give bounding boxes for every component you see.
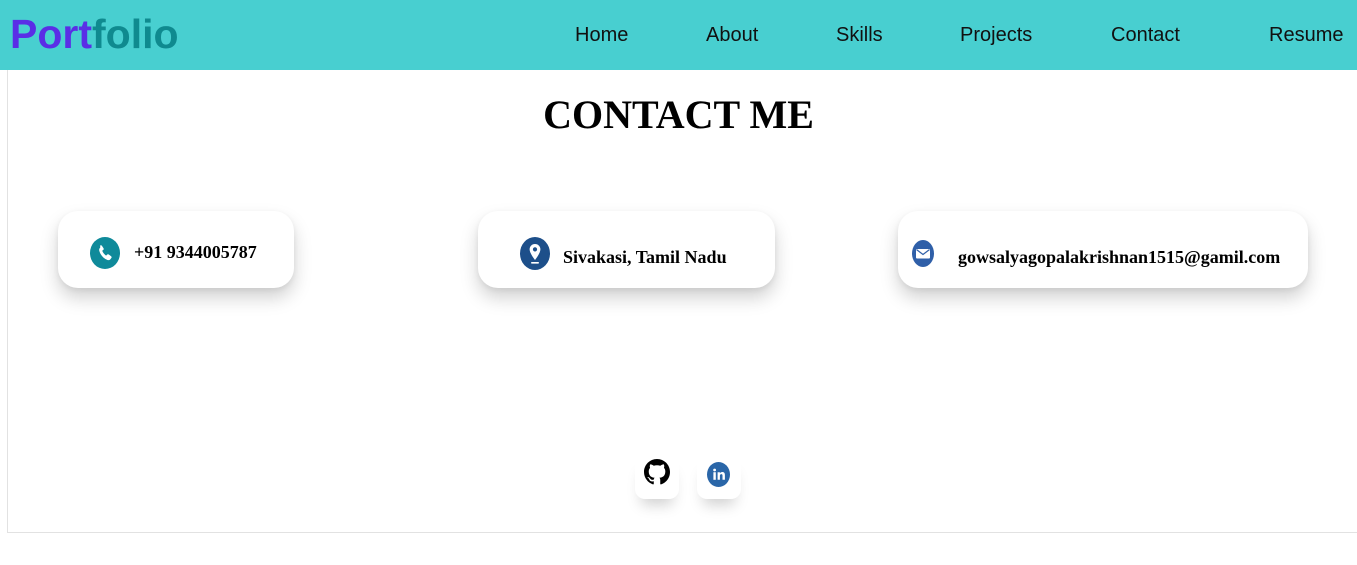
email-card[interactable]: gowsalyagopalakrishnan1515@gamil.com	[898, 211, 1308, 288]
nav-link-skills[interactable]: Skills	[836, 22, 883, 48]
email-address: gowsalyagopalakrishnan1515@gamil.com	[958, 247, 1281, 267]
nav-link-home[interactable]: Home	[575, 22, 628, 48]
github-link[interactable]	[635, 455, 679, 499]
linkedin-link[interactable]	[697, 455, 741, 499]
phone-number: +91 9344005787	[134, 242, 257, 262]
navbar: Portfolio Home About Skills Projects Con…	[0, 0, 1357, 70]
logo-part2: folio	[92, 11, 179, 57]
nav-link-resume[interactable]: Resume	[1269, 22, 1343, 48]
location-text: Sivakasi, Tamil Nadu	[563, 247, 727, 267]
nav-link-about[interactable]: About	[706, 22, 758, 48]
phone-card[interactable]: +91 9344005787	[58, 211, 294, 288]
phone-icon	[90, 237, 120, 274]
contact-title: CONTACT ME	[543, 92, 814, 137]
envelope-icon	[912, 240, 934, 272]
logo[interactable]: Portfolio	[10, 10, 179, 58]
logo-part1: Port	[10, 11, 92, 57]
location-pin-icon	[520, 237, 550, 275]
nav-link-projects[interactable]: Projects	[960, 22, 1032, 48]
nav-link-contact[interactable]: Contact	[1111, 22, 1180, 48]
linkedin-icon	[707, 462, 730, 487]
github-icon	[644, 459, 670, 485]
location-card[interactable]: Sivakasi, Tamil Nadu	[478, 211, 775, 288]
